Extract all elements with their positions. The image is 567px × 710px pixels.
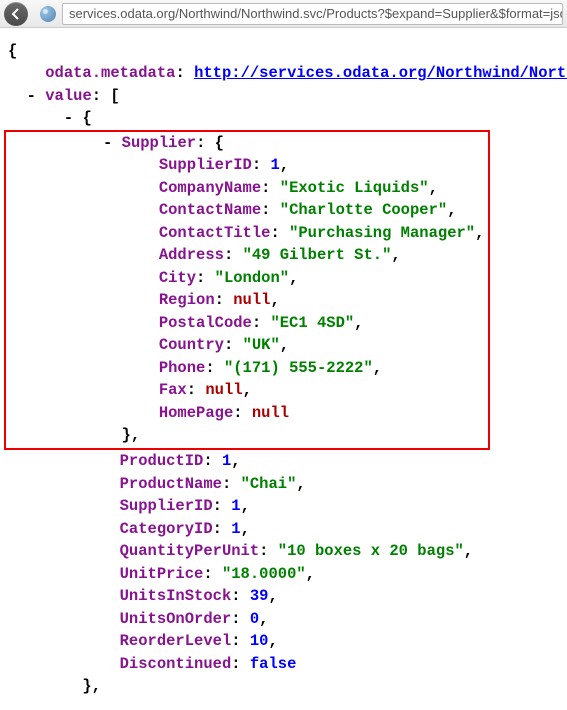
json-key: Supplier — [122, 134, 196, 152]
json-value: 1 — [231, 520, 240, 538]
url-text: services.odata.org/Northwind/Northwind.s… — [69, 6, 563, 21]
json-value: "London" — [215, 269, 289, 287]
json-value: 39 — [250, 587, 269, 605]
json-value: 10 — [250, 632, 269, 650]
json-value: "EC1 4SD" — [270, 314, 354, 332]
json-key: UnitsOnOrder — [120, 610, 232, 628]
json-value: null — [233, 291, 270, 309]
json-value: false — [250, 655, 297, 673]
toggle-icon[interactable]: - — [103, 134, 112, 152]
json-key: CompanyName — [159, 179, 261, 197]
json-key: CategoryID — [120, 520, 213, 538]
json-key: Country — [159, 336, 224, 354]
json-content: { odata.metadata: http://services.odata.… — [0, 28, 567, 710]
json-value: 1 — [222, 452, 231, 470]
json-key: ProductID — [120, 452, 204, 470]
json-value: null — [205, 381, 242, 399]
globe-icon — [40, 6, 56, 22]
json-key: odata.metadata — [45, 64, 175, 82]
json-value: "10 boxes x 20 bags" — [278, 542, 464, 560]
json-value: 1 — [231, 497, 240, 515]
json-value: 0 — [250, 610, 259, 628]
json-key: UnitPrice — [120, 565, 204, 583]
back-button[interactable] — [4, 2, 28, 26]
json-key: ReorderLevel — [120, 632, 232, 650]
highlight-box: - Supplier: { SupplierID: 1, CompanyName… — [4, 130, 490, 451]
json-key: Fax — [159, 381, 187, 399]
toggle-icon[interactable]: - — [27, 87, 36, 105]
json-value: "Exotic Liquids" — [280, 179, 429, 197]
json-key: Address — [159, 246, 224, 264]
json-key: SupplierID — [159, 156, 252, 174]
json-value: "UK" — [243, 336, 280, 354]
json-key: PostalCode — [159, 314, 252, 332]
json-key: Discontinued — [120, 655, 232, 673]
json-value: "Chai" — [241, 475, 297, 493]
json-key: HomePage — [159, 404, 233, 422]
json-key: value — [45, 87, 92, 105]
browser-toolbar: services.odata.org/Northwind/Northwind.s… — [0, 0, 567, 28]
json-key: UnitsInStock — [120, 587, 232, 605]
json-value: null — [252, 404, 289, 422]
json-key: QuantityPerUnit — [120, 542, 260, 560]
json-value: "(171) 555-2222" — [224, 359, 373, 377]
url-bar[interactable]: services.odata.org/Northwind/Northwind.s… — [62, 3, 563, 25]
json-key: ProductName — [120, 475, 222, 493]
json-key: City — [159, 269, 196, 287]
json-key: Region — [159, 291, 215, 309]
json-key: Phone — [159, 359, 206, 377]
json-value: "49 Gilbert St." — [243, 246, 392, 264]
json-key: SupplierID — [120, 497, 213, 515]
json-value: "Purchasing Manager" — [289, 224, 475, 242]
json-value: "Charlotte Cooper" — [280, 201, 447, 219]
toggle-icon[interactable]: - — [64, 109, 73, 127]
json-key: ContactTitle — [159, 224, 271, 242]
metadata-link[interactable]: http://services.odata.org/Northwind/Nort… — [194, 64, 567, 82]
json-key: ContactName — [159, 201, 261, 219]
json-value: 1 — [270, 156, 279, 174]
json-value: "18.0000" — [222, 565, 306, 583]
